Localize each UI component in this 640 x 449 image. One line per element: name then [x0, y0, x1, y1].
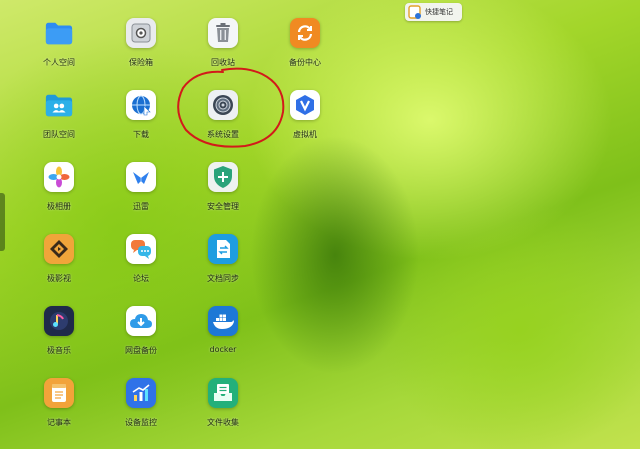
app-file-collection[interactable]: 文件收集	[182, 376, 264, 442]
app-label: 文件收集	[207, 418, 239, 427]
app-virtual-machine[interactable]: 虚拟机	[264, 88, 346, 154]
quick-note-widget[interactable]: 快捷笔记	[405, 3, 462, 21]
app-label: 极影视	[47, 274, 71, 283]
settings-icon	[208, 90, 238, 120]
video-icon	[44, 234, 74, 264]
app-thunder[interactable]: 迅雷	[100, 160, 182, 226]
app-backup-center[interactable]: 备份中心	[264, 16, 346, 82]
app-label: 下载	[133, 130, 149, 139]
app-photos[interactable]: 极相册	[18, 160, 100, 226]
app-cloud-backup[interactable]: 网盘备份	[100, 304, 182, 370]
app-label: 论坛	[133, 274, 149, 283]
app-notepad[interactable]: 记事本	[18, 376, 100, 442]
safe-icon	[126, 18, 156, 48]
app-team-space[interactable]: 团队空间	[18, 88, 100, 154]
app-docker[interactable]: docker	[182, 304, 264, 370]
folder-icon	[44, 18, 74, 48]
doc-sync-icon	[208, 234, 238, 264]
app-label: 极音乐	[47, 346, 71, 355]
app-system-settings[interactable]: 系统设置	[182, 88, 264, 154]
app-download[interactable]: 下载	[100, 88, 182, 154]
docker-whale-icon	[208, 306, 238, 336]
globe-download-icon	[126, 90, 156, 120]
app-label: 极相册	[47, 202, 71, 211]
monitor-chart-icon	[126, 378, 156, 408]
app-music[interactable]: 极音乐	[18, 304, 100, 370]
app-label: 团队空间	[43, 130, 75, 139]
app-security-management[interactable]: 安全管理	[182, 160, 264, 226]
side-panel-handle[interactable]	[0, 193, 5, 251]
notepad-icon	[44, 378, 74, 408]
app-label: 回收站	[211, 58, 235, 67]
app-label: 保险箱	[129, 58, 153, 67]
sync-icon	[290, 18, 320, 48]
team-folder-icon	[44, 90, 74, 120]
app-label: 迅雷	[133, 202, 149, 211]
quick-note-icon	[408, 5, 421, 19]
app-document-sync[interactable]: 文档同步	[182, 232, 264, 298]
thunder-icon	[126, 162, 156, 192]
app-label: 备份中心	[289, 58, 321, 67]
app-label: 设备监控	[125, 418, 157, 427]
cloud-backup-icon	[126, 306, 156, 336]
shield-plus-icon	[208, 162, 238, 192]
app-device-monitor[interactable]: 设备监控	[100, 376, 182, 442]
app-safe[interactable]: 保险箱	[100, 16, 182, 82]
app-label: 网盘备份	[125, 346, 157, 355]
chat-bubble-icon	[126, 234, 156, 264]
virtual-machine-icon	[290, 90, 320, 120]
music-note-icon	[44, 306, 74, 336]
app-personal-space[interactable]: 个人空间	[18, 16, 100, 82]
app-label: 记事本	[47, 418, 71, 427]
app-label: 文档同步	[207, 274, 239, 283]
app-forum[interactable]: 论坛	[100, 232, 182, 298]
trash-icon	[208, 18, 238, 48]
app-video[interactable]: 极影视	[18, 232, 100, 298]
app-label: 系统设置	[207, 130, 239, 139]
quick-note-label: 快捷笔记	[425, 8, 453, 16]
app-label: docker	[209, 345, 237, 354]
photos-icon	[44, 162, 74, 192]
app-recycle-bin[interactable]: 回收站	[182, 16, 264, 82]
app-label: 个人空间	[43, 58, 75, 67]
app-label: 安全管理	[207, 202, 239, 211]
file-collect-icon	[208, 378, 238, 408]
app-label: 虚拟机	[293, 130, 317, 139]
